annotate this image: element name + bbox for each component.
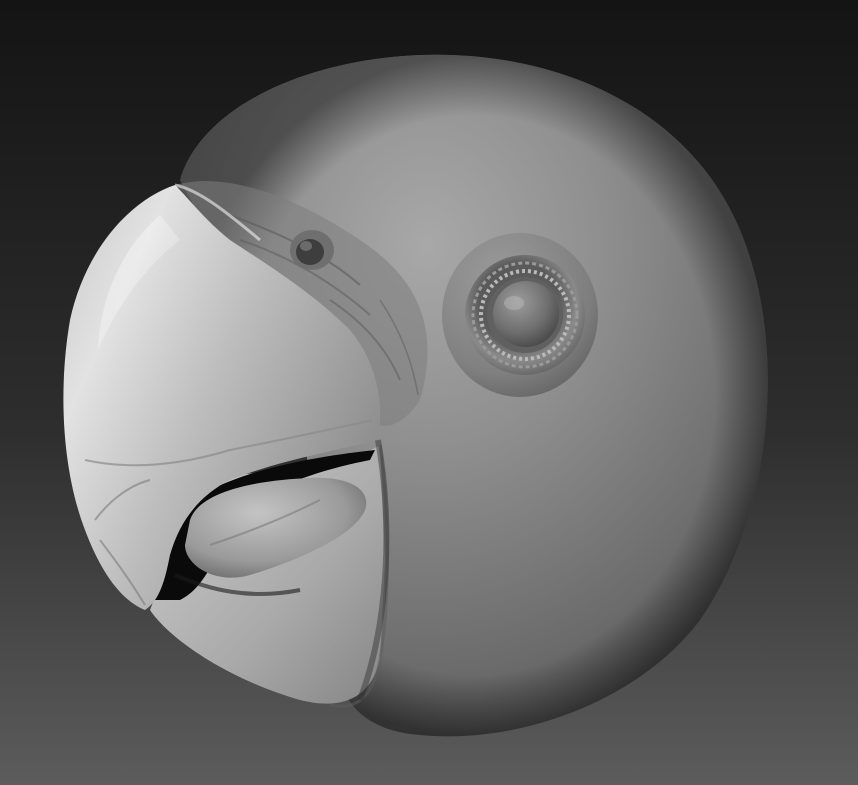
- parrot-head-render: [0, 0, 858, 785]
- nostril: [290, 230, 334, 270]
- sculpt-viewport[interactable]: [0, 0, 858, 785]
- eye: [442, 233, 598, 397]
